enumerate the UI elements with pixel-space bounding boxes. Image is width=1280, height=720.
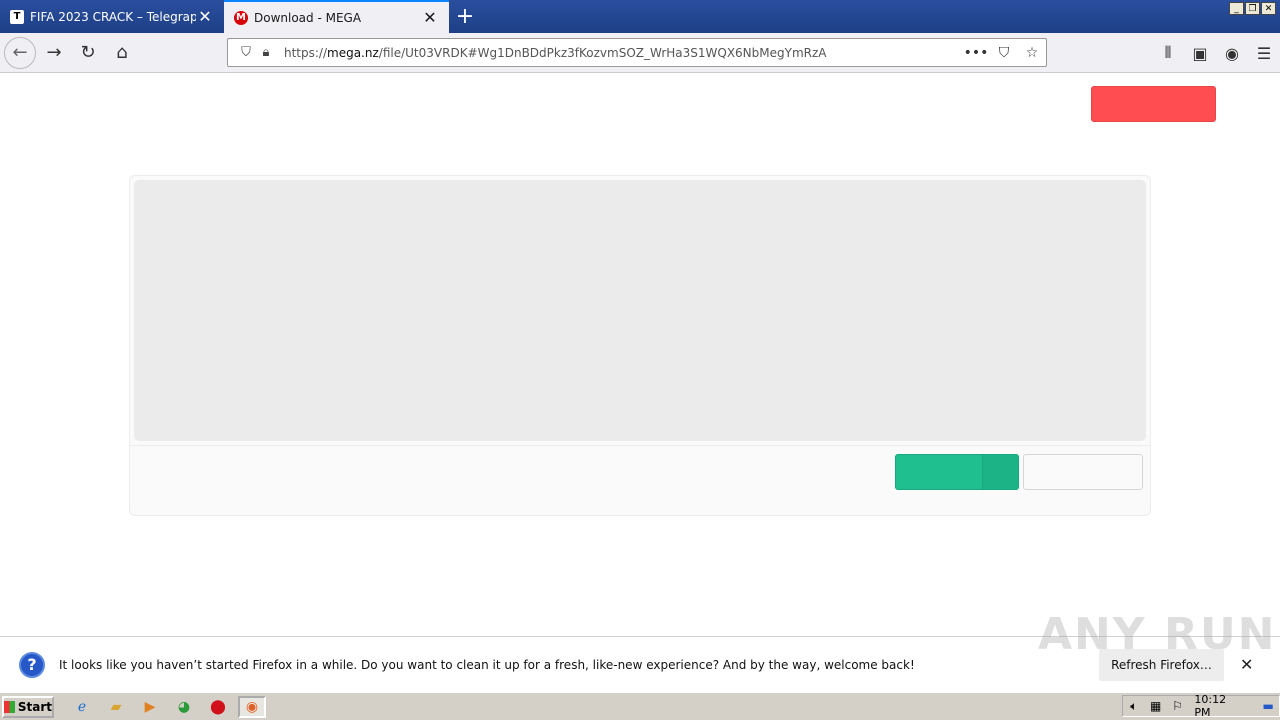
- system-tray: 🔈︎ ▦ ⚐ 10:12 PM ▬: [1122, 693, 1280, 719]
- bookmark-star-icon[interactable]: ☆: [1018, 45, 1046, 61]
- mega-favicon-icon: M: [234, 10, 248, 25]
- shield-icon[interactable]: ⛉: [236, 45, 256, 60]
- url-host: mega.nz: [327, 45, 379, 60]
- quick-launch: ℯ ▰ ▶ ◕ ⬤ ◉: [68, 695, 266, 718]
- question-icon: ?: [19, 651, 45, 678]
- back-arrow-icon[interactable]: ←: [4, 36, 36, 69]
- library-icon[interactable]: ⫴: [1152, 37, 1184, 69]
- firefox-icon[interactable]: ◉: [238, 695, 266, 718]
- download-options-segment[interactable]: [982, 455, 1018, 489]
- reload-icon[interactable]: ↻: [72, 37, 104, 69]
- tab-telegraph[interactable]: T FIFA 2023 CRACK – Telegraph ✕: [0, 0, 224, 33]
- url-path: /file/Ut03VRDK#Wg1DnBDdPkz3fKozvmSOZ_WrH…: [378, 45, 827, 60]
- home-icon[interactable]: ⌂: [106, 37, 138, 69]
- flag-icon[interactable]: ⚐: [1167, 699, 1189, 713]
- network-icon[interactable]: ▦: [1145, 699, 1167, 713]
- window-controls: _ ❐ ✕: [1229, 2, 1276, 15]
- more-actions-icon[interactable]: •••: [962, 45, 990, 61]
- toolbar-right: ⫴ ▣ ◉ ☰: [1152, 37, 1280, 69]
- folder-icon[interactable]: ▰: [102, 696, 130, 718]
- url-prefix: https://: [284, 45, 328, 60]
- volume-icon[interactable]: 🔈︎: [1123, 699, 1145, 714]
- pocket-icon[interactable]: ⛉: [990, 45, 1018, 61]
- close-icon[interactable]: ✕: [421, 8, 439, 27]
- restore-icon[interactable]: ❐: [1245, 2, 1260, 15]
- close-icon[interactable]: ✕: [1240, 655, 1253, 674]
- sidebar-icon[interactable]: ▣: [1184, 37, 1216, 69]
- tab-title: FIFA 2023 CRACK – Telegraph: [30, 9, 196, 24]
- tab-title: Download - MEGA: [254, 10, 362, 25]
- account-icon[interactable]: ◉: [1216, 37, 1248, 69]
- download-button[interactable]: [895, 454, 1019, 490]
- media-player-icon[interactable]: ▶: [136, 696, 164, 718]
- clock: 10:12 PM: [1194, 693, 1227, 719]
- file-preview-placeholder: [134, 180, 1146, 441]
- page-content: [0, 74, 1280, 636]
- show-desktop-icon[interactable]: ▬: [1257, 699, 1279, 713]
- new-tab-button[interactable]: +: [449, 0, 481, 33]
- chrome-icon[interactable]: ◕: [170, 696, 198, 718]
- forward-arrow-icon[interactable]: →: [38, 37, 70, 69]
- card-divider: [130, 445, 1150, 446]
- url-bar[interactable]: ⛉ 🔒︎ https://mega.nz/file/Ut03VRDK#Wg1Dn…: [227, 38, 1047, 67]
- url-text[interactable]: https://mega.nz/file/Ut03VRDK#Wg1DnBDdPk…: [284, 46, 962, 60]
- menu-icon[interactable]: ☰: [1248, 37, 1280, 69]
- close-icon[interactable]: ✕: [196, 7, 214, 26]
- taskbar: Start ℯ ▰ ▶ ◕ ⬤ ◉ 🔈︎ ▦ ⚐ 10:12 PM ▬: [0, 692, 1280, 720]
- navigation-bar: ← → ↻ ⌂ ⛉ 🔒︎ https://mega.nz/file/Ut03VR…: [0, 33, 1280, 73]
- tab-mega[interactable]: M Download - MEGA ✕: [224, 0, 449, 33]
- start-label: Start: [17, 699, 52, 714]
- telegraph-favicon-icon: T: [10, 9, 24, 24]
- lock-icon[interactable]: 🔒︎: [256, 45, 276, 60]
- download-card: [129, 175, 1151, 516]
- notification-message: It looks like you haven’t started Firefo…: [59, 657, 915, 672]
- opera-icon[interactable]: ⬤: [204, 696, 232, 718]
- secondary-button[interactable]: [1023, 454, 1143, 490]
- window-close-icon[interactable]: ✕: [1261, 2, 1276, 15]
- tab-strip: T FIFA 2023 CRACK – Telegraph ✕ M Downlo…: [0, 0, 1280, 33]
- start-button[interactable]: Start: [2, 695, 54, 718]
- notification-bar: ANY RUN ? It looks like you haven’t star…: [0, 609, 1280, 692]
- header-red-button[interactable]: [1091, 86, 1216, 122]
- minimize-icon[interactable]: _: [1229, 2, 1244, 15]
- windows-logo-icon: [4, 700, 15, 713]
- ie-icon[interactable]: ℯ: [68, 696, 96, 718]
- refresh-firefox-button[interactable]: Refresh Firefox…: [1099, 649, 1224, 681]
